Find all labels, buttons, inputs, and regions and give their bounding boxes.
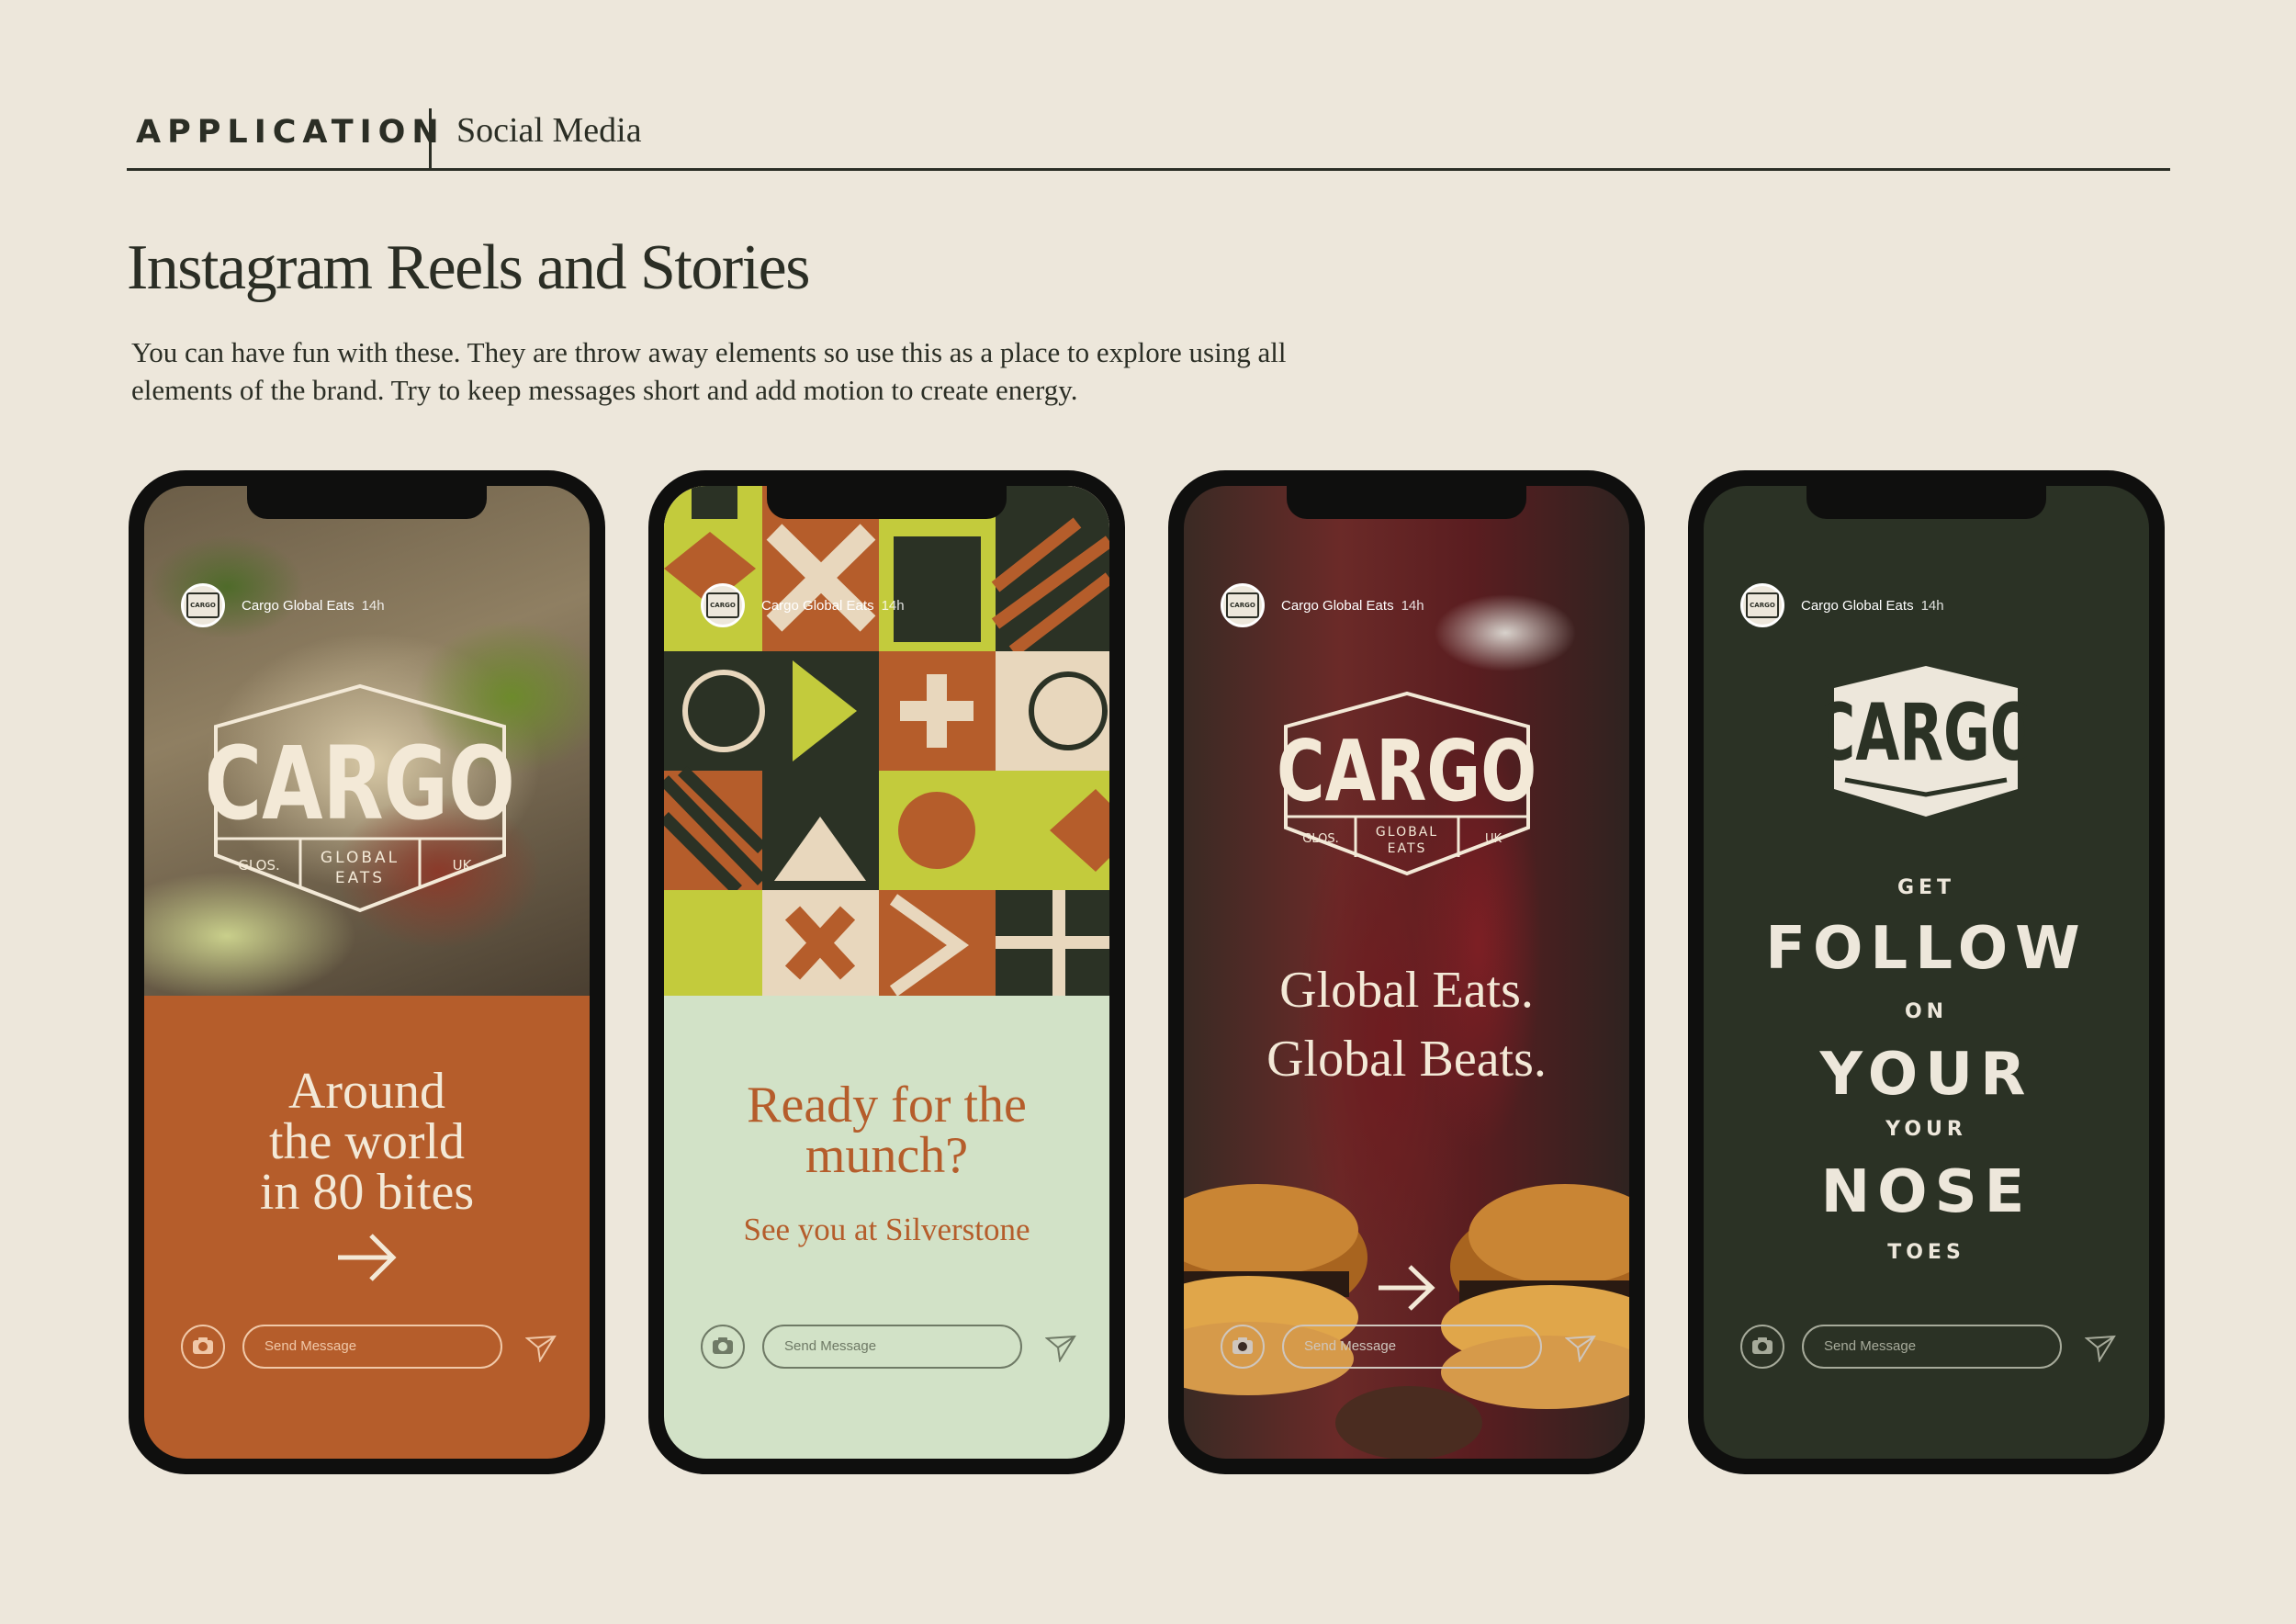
story-reply-bar: Send Message bbox=[701, 1325, 1077, 1370]
post-age: 14h bbox=[1920, 597, 1944, 614]
story-line-small: ON bbox=[1904, 1000, 1949, 1023]
phone-notch bbox=[767, 486, 1007, 519]
headline-line: the world bbox=[268, 1113, 466, 1170]
camera-button[interactable] bbox=[701, 1325, 745, 1369]
story-reply-bar: Send Message bbox=[1221, 1325, 1597, 1370]
post-age: 14h bbox=[881, 597, 905, 614]
send-message-input[interactable]: Send Message bbox=[1282, 1325, 1542, 1369]
story-screen-2: CARGO Cargo Global Eats 14h Ready for th… bbox=[664, 486, 1109, 1459]
phone-notch bbox=[1806, 486, 2046, 519]
camera-button[interactable] bbox=[1740, 1325, 1784, 1369]
arrow-right-icon bbox=[1379, 1265, 1435, 1311]
send-icon[interactable] bbox=[525, 1335, 557, 1362]
phone-notch bbox=[1287, 486, 1526, 519]
logo-middle-1: GLOBAL bbox=[1376, 825, 1438, 840]
story-headline: Around the world in 80 bites bbox=[144, 1066, 590, 1218]
story-line-small: YOUR bbox=[1885, 1118, 1967, 1141]
story-headline: Global Eats. Global Beats. bbox=[1184, 956, 1629, 1094]
logo-right: UK bbox=[453, 857, 473, 874]
logo-wordmark: CARGO bbox=[1825, 686, 2027, 779]
post-age: 14h bbox=[1401, 597, 1424, 614]
logo-wordmark: CARGO bbox=[1278, 722, 1536, 820]
headline-line: Global Eats. bbox=[1279, 962, 1534, 1019]
story-line-large: FOLLOW bbox=[1765, 915, 2088, 983]
account-avatar[interactable]: CARGO bbox=[1221, 583, 1265, 627]
cargo-logo-badge: CARGO GLOS. GLOBAL EATS UK bbox=[208, 683, 512, 913]
headline-line: in 80 bites bbox=[259, 1164, 475, 1221]
account-name[interactable]: Cargo Global Eats bbox=[1281, 598, 1394, 614]
account-name[interactable]: Cargo Global Eats bbox=[761, 598, 874, 614]
logo-middle-2: EATS bbox=[335, 869, 385, 887]
logo-wordmark: CARGO bbox=[208, 726, 512, 843]
header-divider bbox=[429, 108, 432, 169]
phone-mockup-4: CARGO CARGO Cargo Global Eats 14h GET FO… bbox=[1688, 470, 2165, 1474]
phone-notch bbox=[247, 486, 487, 519]
account-avatar[interactable]: CARGO bbox=[1740, 583, 1784, 627]
headline-line: munch? bbox=[805, 1127, 969, 1184]
send-message-input[interactable]: Send Message bbox=[242, 1325, 502, 1369]
logo-left: GLOS. bbox=[1302, 832, 1338, 846]
camera-icon bbox=[1752, 1337, 1773, 1354]
story-header: CARGO Cargo Global Eats 14h bbox=[1740, 583, 1944, 627]
page-description: You can have fun with these. They are th… bbox=[131, 336, 1287, 406]
avatar-logo: CARGO bbox=[1746, 592, 1779, 618]
page-title: Instagram Reels and Stories bbox=[127, 232, 810, 303]
camera-icon bbox=[193, 1337, 213, 1354]
headline-line: Ready for the bbox=[747, 1077, 1027, 1133]
send-message-input[interactable]: Send Message bbox=[1802, 1325, 2062, 1369]
send-icon[interactable] bbox=[2085, 1335, 2116, 1362]
post-age: 14h bbox=[361, 597, 385, 614]
send-message-input[interactable]: Send Message bbox=[762, 1325, 1022, 1369]
arrow-right-icon bbox=[338, 1234, 397, 1281]
cargo-logo-badge: CARGO bbox=[1825, 666, 2027, 817]
camera-icon bbox=[1232, 1337, 1253, 1354]
logo-right: UK bbox=[1485, 832, 1503, 846]
headline-line: Global Beats. bbox=[1266, 1031, 1547, 1088]
section-label: APPLICATION bbox=[136, 114, 445, 151]
story-reply-bar: Send Message bbox=[181, 1325, 557, 1370]
story-header: CARGO Cargo Global Eats 14h bbox=[1221, 583, 1424, 627]
phone-mockup-2: CARGO Cargo Global Eats 14h Ready for th… bbox=[648, 470, 1125, 1474]
story-subline: See you at Silverstone bbox=[743, 1212, 1030, 1247]
account-name[interactable]: Cargo Global Eats bbox=[1801, 598, 1914, 614]
story-line-large: NOSE bbox=[1820, 1158, 2032, 1226]
headline-line: Around bbox=[287, 1063, 446, 1120]
story-line-large: YOUR bbox=[1819, 1041, 2033, 1109]
send-icon[interactable] bbox=[1565, 1335, 1596, 1362]
camera-icon bbox=[713, 1337, 733, 1354]
story-line-small: GET bbox=[1896, 876, 1956, 899]
story-header: CARGO Cargo Global Eats 14h bbox=[181, 583, 385, 627]
subsection-label: Social Media bbox=[456, 111, 642, 150]
story-line-small: TOES bbox=[1887, 1241, 1965, 1264]
logo-left: GLOS. bbox=[238, 857, 280, 874]
camera-button[interactable] bbox=[1221, 1325, 1265, 1369]
cargo-logo-badge: CARGO GLOS. GLOBAL EATS UK bbox=[1278, 691, 1536, 876]
story-reply-bar: Send Message bbox=[1740, 1325, 2117, 1370]
phone-mockup-1: CARGO GLOS. GLOBAL EATS UK CARGO Cargo G… bbox=[129, 470, 605, 1474]
account-avatar[interactable]: CARGO bbox=[181, 583, 225, 627]
story-header: CARGO Cargo Global Eats 14h bbox=[701, 583, 905, 627]
story-screen-3: CARGO GLOS. GLOBAL EATS UK CARGO Cargo G… bbox=[1184, 486, 1629, 1459]
avatar-logo: CARGO bbox=[706, 592, 739, 618]
avatar-logo: CARGO bbox=[186, 592, 219, 618]
story-screen-1: CARGO GLOS. GLOBAL EATS UK CARGO Cargo G… bbox=[144, 486, 590, 1459]
send-icon[interactable] bbox=[1045, 1335, 1076, 1362]
camera-button[interactable] bbox=[181, 1325, 225, 1369]
avatar-logo: CARGO bbox=[1226, 592, 1259, 618]
header-rule bbox=[127, 168, 2170, 171]
account-name[interactable]: Cargo Global Eats bbox=[242, 598, 355, 614]
phone-mockup-3: CARGO GLOS. GLOBAL EATS UK CARGO Cargo G… bbox=[1168, 470, 1645, 1474]
story-headline: Ready for the munch? bbox=[664, 1077, 1109, 1184]
logo-middle-2: EATS bbox=[1388, 841, 1427, 856]
logo-middle-1: GLOBAL bbox=[321, 849, 400, 867]
story-screen-4: CARGO CARGO Cargo Global Eats 14h GET FO… bbox=[1704, 486, 2149, 1459]
account-avatar[interactable]: CARGO bbox=[701, 583, 745, 627]
geometric-flag-pattern bbox=[664, 486, 1109, 996]
